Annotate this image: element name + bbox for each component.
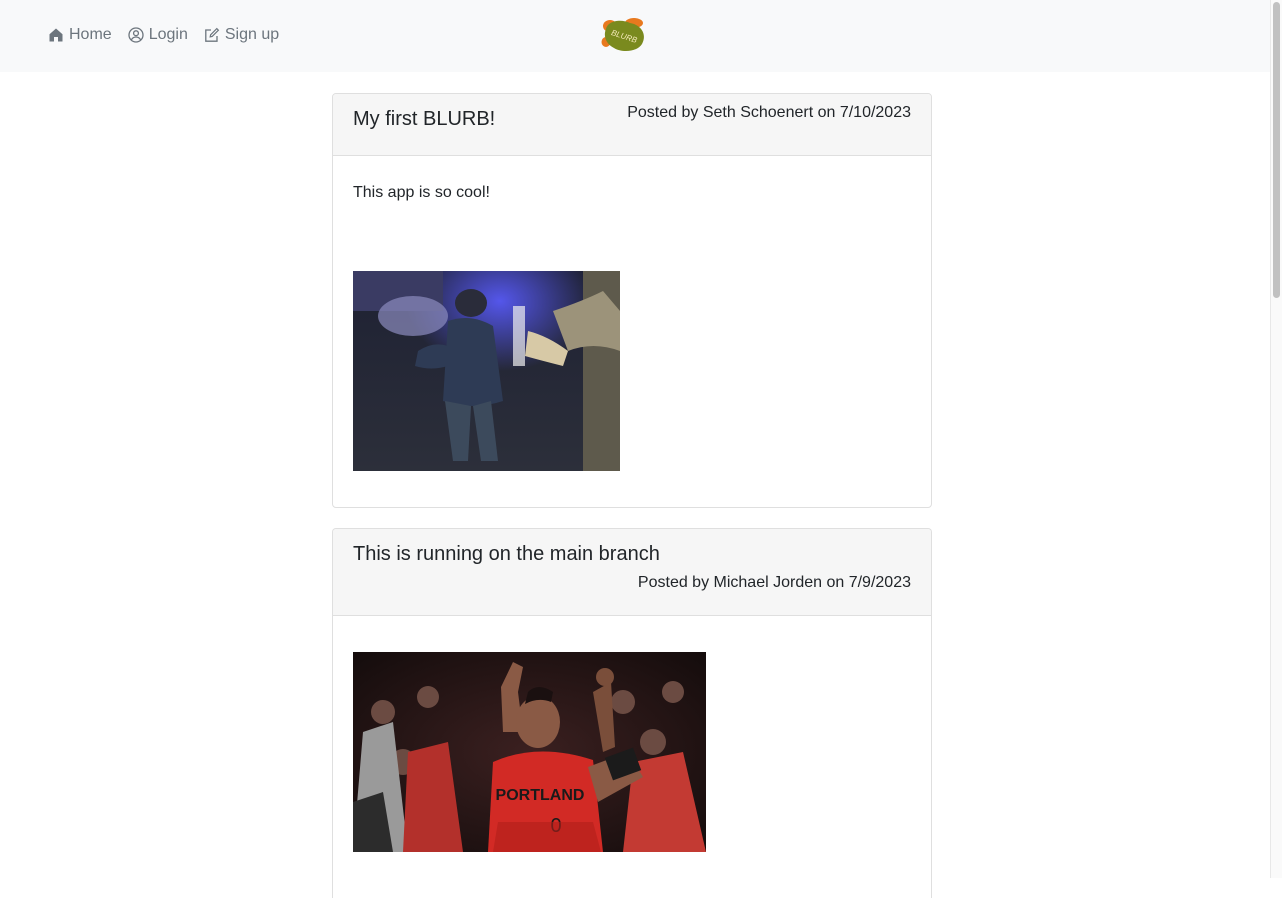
vertical-scrollbar[interactable]	[1270, 0, 1282, 878]
top-navbar: Home Login Sign up BLURB	[0, 0, 1270, 72]
scrollbar-thumb[interactable]	[1273, 2, 1280, 298]
nav-links: Home Login Sign up	[48, 24, 279, 46]
user-circle-icon	[128, 27, 144, 43]
post-card: This is running on the main branch Poste…	[332, 528, 932, 898]
post-meta: Posted by Seth Schoenert on 7/10/2023	[627, 104, 911, 121]
nav-signup-link[interactable]: Sign up	[204, 24, 279, 46]
post-card: My first BLURB! Posted by Seth Schoenert…	[332, 93, 932, 508]
nav-home-link[interactable]: Home	[48, 24, 112, 46]
blurb-logo[interactable]: BLURB	[600, 17, 648, 53]
post-title: My first BLURB!	[353, 108, 496, 130]
post-body: This app is so cool!	[353, 184, 490, 201]
nav-login-label: Login	[148, 26, 188, 43]
nav-signup-label: Sign up	[224, 26, 280, 43]
post-meta: Posted by Michael Jorden on 7/9/2023	[637, 574, 911, 591]
nav-login-link[interactable]: Login	[128, 24, 188, 46]
nav-home-label: Home	[69, 26, 112, 43]
post-gif-image: PORTLAND 0	[353, 652, 706, 852]
post-gif-image	[353, 271, 620, 471]
pencil-square-icon	[204, 27, 220, 43]
jersey-text: PORTLAND	[496, 787, 585, 804]
post-card-header: This is running on the main branch Poste…	[333, 529, 931, 616]
post-card-header: My first BLURB! Posted by Seth Schoenert…	[333, 94, 931, 156]
post-title: This is running on the main branch	[353, 543, 660, 565]
home-icon	[48, 27, 64, 43]
